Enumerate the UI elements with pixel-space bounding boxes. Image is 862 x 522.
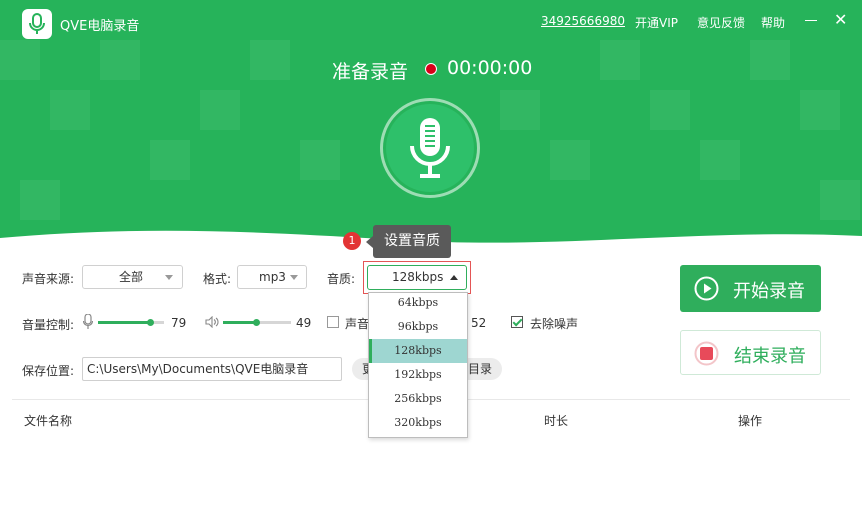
start-record-label: 开始录音: [733, 281, 805, 302]
speaker-volume-value: 49: [296, 316, 312, 330]
source-value: 全部: [119, 270, 144, 284]
stop-record-label: 结束录音: [734, 346, 806, 367]
phone-link[interactable]: 34925666980: [541, 14, 625, 28]
quality-value: 128kbps: [392, 270, 444, 284]
format-value: mp3: [259, 270, 286, 284]
sound-checkbox-label: 声音: [345, 317, 370, 331]
speaker-volume-fill: [223, 321, 257, 324]
speaker-volume-slider[interactable]: [223, 319, 291, 326]
tooltip-step-badge: 1: [343, 232, 361, 250]
selected-marker: [369, 339, 372, 363]
format-select[interactable]: mp3: [237, 265, 307, 289]
mic-volume-fill: [98, 321, 151, 324]
col-actions: 操作: [738, 414, 763, 428]
chevron-down-icon: [165, 275, 173, 280]
quality-label: 音质:: [327, 272, 356, 286]
play-icon: [694, 276, 719, 301]
quality-option[interactable]: 256kbps: [369, 387, 467, 411]
mic-volume-knob[interactable]: [147, 319, 155, 326]
source-label: 声音来源:: [22, 272, 75, 286]
denoise-checkbox[interactable]: [511, 316, 523, 328]
app-logo-icon: [22, 9, 52, 39]
source-select[interactable]: 全部: [82, 265, 183, 289]
mic-icon: [386, 104, 474, 192]
quality-option[interactable]: 192kbps: [369, 363, 467, 387]
feedback-link[interactable]: 意见反馈: [697, 14, 745, 31]
speaker-icon: [205, 315, 219, 331]
mic-volume-icon: [82, 313, 94, 333]
quality-option[interactable]: 320kbps: [369, 411, 467, 435]
save-path-field[interactable]: C:\Users\My\Documents\QVE电脑录音: [82, 357, 342, 381]
hidden-slider-value: 52: [471, 316, 487, 330]
stop-record-button[interactable]: 结束录音: [680, 330, 821, 375]
quality-option-selected[interactable]: 128kbps: [369, 339, 467, 363]
speaker-volume-knob[interactable]: [253, 319, 261, 326]
quality-option[interactable]: 96kbps: [369, 315, 467, 339]
volume-label: 音量控制:: [22, 318, 75, 332]
app-title: QVE电脑录音: [60, 19, 140, 34]
record-timer: 00:00:00: [447, 57, 533, 79]
quality-select[interactable]: 128kbps: [367, 265, 467, 290]
close-icon[interactable]: ✕: [834, 12, 847, 28]
sound-checkbox[interactable]: [327, 316, 339, 328]
start-record-button[interactable]: 开始录音: [680, 265, 821, 312]
denoise-label: 去除噪声: [530, 317, 579, 331]
col-duration: 时长: [544, 414, 569, 428]
chevron-up-icon: [450, 275, 458, 280]
tooltip-set-quality: 设置音质: [373, 225, 451, 258]
vip-link[interactable]: 开通VIP: [635, 14, 678, 31]
mic-volume-slider[interactable]: [98, 319, 164, 326]
mic-volume-value: 79: [171, 316, 187, 330]
record-dot-icon: [425, 63, 437, 75]
record-status: 准备录音: [332, 61, 409, 83]
quality-option[interactable]: 64kbps: [369, 291, 467, 315]
tooltip-arrow: [366, 236, 373, 248]
chevron-down-icon: [290, 275, 298, 280]
stop-icon: [694, 341, 719, 366]
help-link[interactable]: 帮助: [761, 14, 785, 31]
minimize-icon[interactable]: [805, 20, 817, 21]
save-label: 保存位置:: [22, 364, 75, 378]
quality-dropdown-list: 64kbps 96kbps 128kbps 192kbps 256kbps 32…: [368, 292, 468, 438]
format-label: 格式:: [203, 272, 232, 286]
col-filename: 文件名称: [24, 414, 73, 428]
